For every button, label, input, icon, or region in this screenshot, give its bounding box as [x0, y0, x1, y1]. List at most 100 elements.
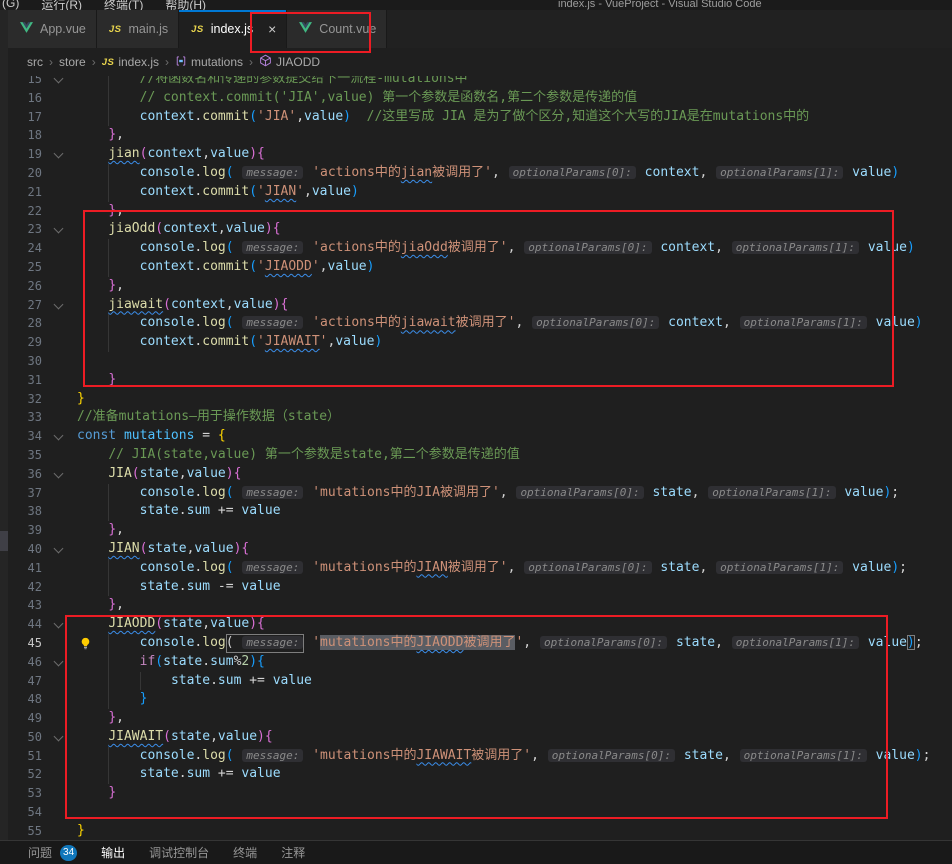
- tab-close-icon[interactable]: ×: [268, 22, 276, 36]
- code-text: state.sum += value: [77, 672, 312, 691]
- code-line[interactable]: 47 state.sum += value: [0, 671, 952, 691]
- fold-chevron-icon[interactable]: [53, 223, 64, 234]
- code-line[interactable]: 39},: [0, 521, 952, 540]
- code-token: ): [914, 315, 923, 331]
- fold-chevron-icon[interactable]: [53, 543, 64, 554]
- fold-chevron-icon[interactable]: [53, 148, 64, 159]
- code-line[interactable]: 28 console.log( message: 'actions中的jiawai…: [0, 314, 952, 334]
- code-line[interactable]: 48}: [0, 690, 952, 710]
- code-token: optionalParams[0]:: [508, 165, 636, 179]
- code-token: ): [374, 334, 383, 350]
- fold-chevron-icon[interactable]: [53, 76, 64, 84]
- code-token: ): [257, 728, 265, 744]
- code-line[interactable]: 44 JIAODD(state,value){: [0, 615, 952, 634]
- code-line[interactable]: 24 console.log( message: 'actions中的jiaOdd…: [0, 239, 952, 258]
- code-line[interactable]: 29 context.commit('JIAWAIT',value): [0, 333, 952, 352]
- fold-chevron-icon[interactable]: [53, 430, 64, 441]
- code-line[interactable]: 34 const mutations = {: [0, 427, 952, 446]
- code-line[interactable]: 25 context.commit('JIAODD',value): [0, 257, 952, 277]
- code-token: (: [225, 240, 234, 256]
- code-line[interactable]: 38 state.sum += value: [0, 502, 952, 522]
- breadcrumb-item-store[interactable]: store: [59, 55, 86, 69]
- menu-item[interactable]: (G): [2, 0, 19, 10]
- code-line[interactable]: 53}: [0, 784, 952, 803]
- breadcrumb-item-jiaodd[interactable]: JIAODD: [259, 54, 320, 70]
- code-line[interactable]: 17 context.commit('JIA',value) //这里写成 JIA…: [0, 107, 952, 127]
- tab-main-js[interactable]: JS main.js: [96, 10, 180, 48]
- panel-tab-终端[interactable]: 终端: [233, 844, 257, 861]
- code-token: .: [210, 672, 218, 688]
- code-line[interactable]: 35// JIA(state,value) 第一个参数是state,第二个参数是…: [0, 446, 952, 465]
- code-token: message:: [242, 635, 304, 649]
- menu-item[interactable]: 运行(R): [41, 0, 82, 10]
- code-line[interactable]: 46 if(state.sum%2){: [0, 652, 952, 672]
- fold-chevron-icon[interactable]: [53, 299, 64, 310]
- code-line[interactable]: 50 JIAWAIT(state,value){: [0, 728, 952, 747]
- code-line[interactable]: 33//准备mutations—用于操作数据（state）: [0, 408, 952, 427]
- code-token: 'actions中的: [312, 164, 401, 180]
- tab-index-js[interactable]: JS index.js ×: [179, 10, 288, 48]
- code-line[interactable]: 49},: [0, 709, 952, 728]
- code-line[interactable]: 19 jian(context,value){: [0, 145, 952, 164]
- fold-chevron-icon[interactable]: [53, 656, 64, 667]
- code-token: value: [875, 315, 915, 331]
- code-editor[interactable]: 15//将函数名和传递的参数提交给下一流程-mutations中 16// con…: [0, 76, 952, 840]
- code-token: ): [264, 221, 273, 237]
- menu-item[interactable]: 终端(T): [104, 0, 143, 10]
- code-line[interactable]: 55}: [0, 822, 952, 840]
- breadcrumb-item-src[interactable]: src: [27, 55, 43, 69]
- code-line[interactable]: 37 console.log( message: 'mutations中的JIA被…: [0, 483, 952, 503]
- code-line[interactable]: 42 state.sum -= value: [0, 577, 952, 597]
- code-token: JIAWAIT: [416, 747, 472, 763]
- fold-chevron-icon[interactable]: [53, 618, 64, 629]
- code-line[interactable]: 36 JIA(state,value){: [0, 465, 952, 484]
- panel-tab-注释[interactable]: 注释: [281, 844, 305, 861]
- code-line[interactable]: 45 console.log( message: 'mutations中的JIAO…: [0, 633, 952, 653]
- code-token: context: [644, 164, 700, 180]
- code-line[interactable]: 31}: [0, 371, 952, 390]
- code-token: commit: [202, 108, 250, 124]
- tab-app-vue[interactable]: App.vue: [8, 10, 97, 48]
- code-line[interactable]: 32}: [0, 390, 952, 409]
- code-line[interactable]: 51 console.log( message: 'mutations中的JIAW…: [0, 746, 952, 766]
- panel-tab-问题[interactable]: 问题 34: [28, 844, 78, 861]
- breadcrumb-item-mutations[interactable]: mutations: [175, 55, 243, 70]
- breadcrumb-separator: ›: [49, 55, 53, 69]
- code-line[interactable]: 22},: [0, 202, 952, 221]
- code-line[interactable]: 20 console.log( message: 'actions中的jian被调…: [0, 163, 952, 183]
- code-token: value: [875, 747, 915, 763]
- code-line[interactable]: 23 jiaOdd(context,value){: [0, 220, 952, 239]
- code-line[interactable]: 41 console.log( message: 'mutations中的JIAN…: [0, 558, 952, 578]
- code-token: value: [304, 108, 344, 124]
- breadcrumb-separator: ›: [249, 55, 254, 69]
- code-line[interactable]: 18},: [0, 126, 952, 145]
- scroll-marker[interactable]: [0, 531, 8, 551]
- code-line[interactable]: 16// context.commit('JIA',value) 第一个参数是函…: [0, 88, 952, 108]
- code-line[interactable]: 26},: [0, 277, 952, 296]
- code-line[interactable]: 27 jiawait(context,value){: [0, 296, 952, 315]
- code-line[interactable]: 52 state.sum += value: [0, 765, 952, 785]
- code-token: ;: [891, 484, 900, 500]
- code-token: {: [241, 540, 250, 556]
- code-line[interactable]: 54: [0, 803, 952, 822]
- code-token: ,: [304, 183, 312, 199]
- code-token: ,: [116, 522, 124, 538]
- panel-tab-调试控制台[interactable]: 调试控制台: [149, 844, 209, 861]
- fold-chevron-icon[interactable]: [53, 731, 64, 742]
- panel-tab-输出[interactable]: 输出: [101, 844, 125, 861]
- code-line[interactable]: 43},: [0, 596, 952, 615]
- code-line[interactable]: 40 JIAN(state,value){: [0, 540, 952, 559]
- code-line[interactable]: 15//将函数名和传递的参数提交给下一流程-mutations中: [0, 76, 952, 89]
- code-line[interactable]: 30: [0, 352, 952, 371]
- breadcrumb-item-index.js[interactable]: JS index.js: [102, 55, 159, 69]
- code-token: ,: [217, 221, 226, 237]
- code-line[interactable]: 21 context.commit('JIAN',value): [0, 182, 952, 202]
- tab-count-vue[interactable]: Count.vue: [287, 10, 388, 48]
- fold-chevron-icon[interactable]: [53, 468, 64, 479]
- code-token: 被调用了': [447, 240, 508, 256]
- code-token: value: [186, 465, 226, 481]
- menu-item[interactable]: 帮助(H): [165, 0, 206, 10]
- code-token: ': [311, 258, 320, 274]
